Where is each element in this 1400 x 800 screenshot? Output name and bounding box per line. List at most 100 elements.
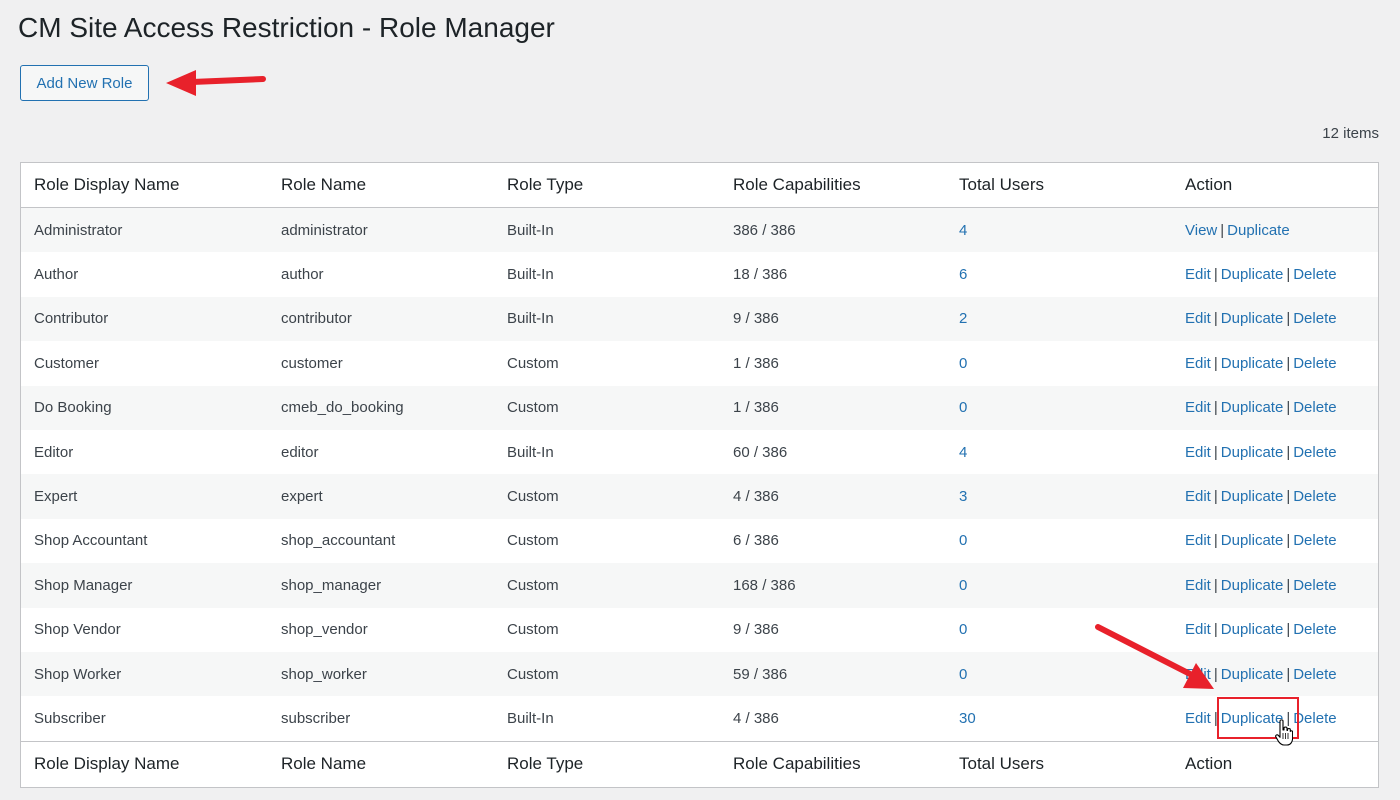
delete-link[interactable]: Delete bbox=[1293, 621, 1336, 638]
action-separator: | bbox=[1286, 354, 1291, 372]
column-header-role-display-name[interactable]: Role Display Name bbox=[21, 163, 268, 208]
duplicate-link[interactable]: Duplicate bbox=[1221, 532, 1284, 549]
footer-header-role-type[interactable]: Role Type bbox=[494, 740, 720, 787]
role-name-cell: expert bbox=[281, 488, 323, 506]
delete-link[interactable]: Delete bbox=[1293, 577, 1336, 594]
duplicate-link[interactable]: Duplicate bbox=[1227, 222, 1290, 239]
column-header-action: Action bbox=[1172, 163, 1378, 208]
column-header-total-users[interactable]: Total Users bbox=[946, 163, 1172, 208]
table-row: Shop Manager shop_manager Custom 168 / 386 0… bbox=[21, 563, 1378, 608]
edit-link[interactable]: Edit bbox=[1185, 444, 1211, 461]
role-name-cell: editor bbox=[281, 443, 319, 461]
edit-link[interactable]: Edit bbox=[1185, 532, 1211, 549]
footer-header-total-users[interactable]: Total Users bbox=[946, 740, 1172, 787]
delete-link[interactable]: Delete bbox=[1293, 444, 1336, 461]
role-type-cell: Built-In bbox=[507, 709, 554, 727]
delete-link[interactable]: Delete bbox=[1293, 710, 1336, 727]
action-separator: | bbox=[1213, 621, 1218, 639]
action-separator: | bbox=[1286, 488, 1291, 506]
footer-header-role-capabilities[interactable]: Role Capabilities bbox=[720, 740, 946, 787]
footer-header-role-display-name[interactable]: Role Display Name bbox=[21, 740, 268, 787]
duplicate-link[interactable]: Duplicate bbox=[1221, 266, 1284, 283]
delete-link[interactable]: Delete bbox=[1293, 310, 1336, 327]
total-users-link[interactable]: 6 bbox=[959, 266, 967, 283]
total-users-link[interactable]: 0 bbox=[959, 355, 967, 372]
role-display-name-cell: Contributor bbox=[34, 310, 109, 328]
table-header-row: Role Display Name Role Name Role Type Ro… bbox=[21, 163, 1378, 208]
delete-link[interactable]: Delete bbox=[1293, 355, 1336, 372]
role-name-cell: shop_worker bbox=[281, 665, 367, 683]
duplicate-link[interactable]: Duplicate bbox=[1221, 577, 1284, 594]
action-separator: | bbox=[1286, 709, 1291, 727]
duplicate-link[interactable]: Duplicate bbox=[1221, 310, 1284, 327]
edit-link[interactable]: Edit bbox=[1185, 577, 1211, 594]
role-capabilities-cell: 4 / 386 bbox=[733, 488, 779, 506]
delete-link[interactable]: Delete bbox=[1293, 532, 1336, 549]
role-display-name-cell: Subscriber bbox=[34, 709, 106, 727]
edit-link[interactable]: Edit bbox=[1185, 621, 1211, 638]
table-row: Shop Accountant shop_accountant Custom 6 / … bbox=[21, 518, 1378, 564]
total-users-link[interactable]: 3 bbox=[959, 488, 967, 505]
table-row: Author author Built-In 18 / 386 6 Edit | Duplic… bbox=[21, 252, 1378, 297]
edit-link[interactable]: Edit bbox=[1185, 399, 1211, 416]
role-capabilities-cell: 4 / 386 bbox=[733, 709, 779, 727]
duplicate-link[interactable]: Duplicate bbox=[1221, 399, 1284, 416]
total-users-link[interactable]: 0 bbox=[959, 399, 967, 416]
role-capabilities-cell: 1 / 386 bbox=[733, 399, 779, 417]
view-link[interactable]: View bbox=[1185, 222, 1217, 239]
edit-link[interactable]: Edit bbox=[1185, 355, 1211, 372]
total-users-link[interactable]: 4 bbox=[959, 222, 967, 239]
total-users-link[interactable]: 4 bbox=[959, 444, 967, 461]
role-capabilities-cell: 9 / 386 bbox=[733, 310, 779, 328]
column-header-role-type[interactable]: Role Type bbox=[494, 163, 720, 208]
duplicate-link[interactable]: Duplicate bbox=[1221, 355, 1284, 372]
action-separator: | bbox=[1213, 310, 1218, 328]
role-capabilities-cell: 60 / 386 bbox=[733, 443, 788, 461]
duplicate-link[interactable]: Duplicate bbox=[1221, 666, 1284, 683]
action-separator: | bbox=[1213, 399, 1218, 417]
duplicate-link[interactable]: Duplicate bbox=[1221, 621, 1284, 638]
edit-link[interactable]: Edit bbox=[1185, 266, 1211, 283]
role-display-name-cell: Author bbox=[34, 266, 79, 284]
table-row: Shop Vendor shop_vendor Custom 9 / 386 0 Edit… bbox=[21, 607, 1378, 652]
role-display-name-cell: Expert bbox=[34, 488, 78, 506]
column-header-role-capabilities[interactable]: Role Capabilities bbox=[720, 163, 946, 208]
edit-link[interactable]: Edit bbox=[1185, 488, 1211, 505]
delete-link[interactable]: Delete bbox=[1293, 266, 1336, 283]
total-users-link[interactable]: 0 bbox=[959, 577, 967, 594]
role-type-cell: Built-In bbox=[507, 443, 554, 461]
total-users-link[interactable]: 0 bbox=[959, 666, 967, 683]
edit-link[interactable]: Edit bbox=[1185, 310, 1211, 327]
total-users-cell: 30 bbox=[946, 696, 1172, 741]
role-name-cell: shop_accountant bbox=[281, 532, 396, 550]
total-users-link[interactable]: 30 bbox=[959, 710, 976, 727]
role-display-name-cell: Shop Vendor bbox=[34, 621, 121, 639]
duplicate-link[interactable]: Duplicate bbox=[1221, 444, 1284, 461]
total-users-link[interactable]: 0 bbox=[959, 532, 967, 549]
role-display-name-cell: Editor bbox=[34, 443, 74, 461]
role-display-name-cell: Shop Manager bbox=[34, 576, 133, 594]
action-separator: | bbox=[1213, 532, 1218, 550]
action-cell: Edit | Duplicate | Delete bbox=[1172, 386, 1378, 430]
action-separator: | bbox=[1213, 443, 1218, 461]
role-type-cell: Custom bbox=[507, 621, 559, 639]
edit-link[interactable]: Edit bbox=[1185, 666, 1211, 683]
edit-link[interactable]: Edit bbox=[1185, 710, 1211, 727]
role-capabilities-cell: 168 / 386 bbox=[733, 576, 796, 594]
total-users-link[interactable]: 2 bbox=[959, 310, 967, 327]
total-users-link[interactable]: 0 bbox=[959, 621, 967, 638]
footer-header-role-name[interactable]: Role Name bbox=[268, 740, 494, 787]
total-users-cell: 0 bbox=[946, 519, 1172, 563]
role-type-cell: Built-In bbox=[507, 310, 554, 328]
add-new-role-button[interactable]: Add New Role bbox=[20, 65, 149, 101]
action-separator: | bbox=[1220, 221, 1225, 239]
delete-link[interactable]: Delete bbox=[1293, 666, 1336, 683]
delete-link[interactable]: Delete bbox=[1293, 399, 1336, 416]
duplicate-link[interactable]: Duplicate bbox=[1221, 488, 1284, 505]
duplicate-link[interactable]: Duplicate bbox=[1221, 710, 1284, 727]
total-users-cell: 0 bbox=[946, 652, 1172, 696]
role-name-cell: author bbox=[281, 266, 324, 284]
delete-link[interactable]: Delete bbox=[1293, 488, 1336, 505]
column-header-role-name[interactable]: Role Name bbox=[268, 163, 494, 208]
total-users-cell: 3 bbox=[946, 474, 1172, 518]
